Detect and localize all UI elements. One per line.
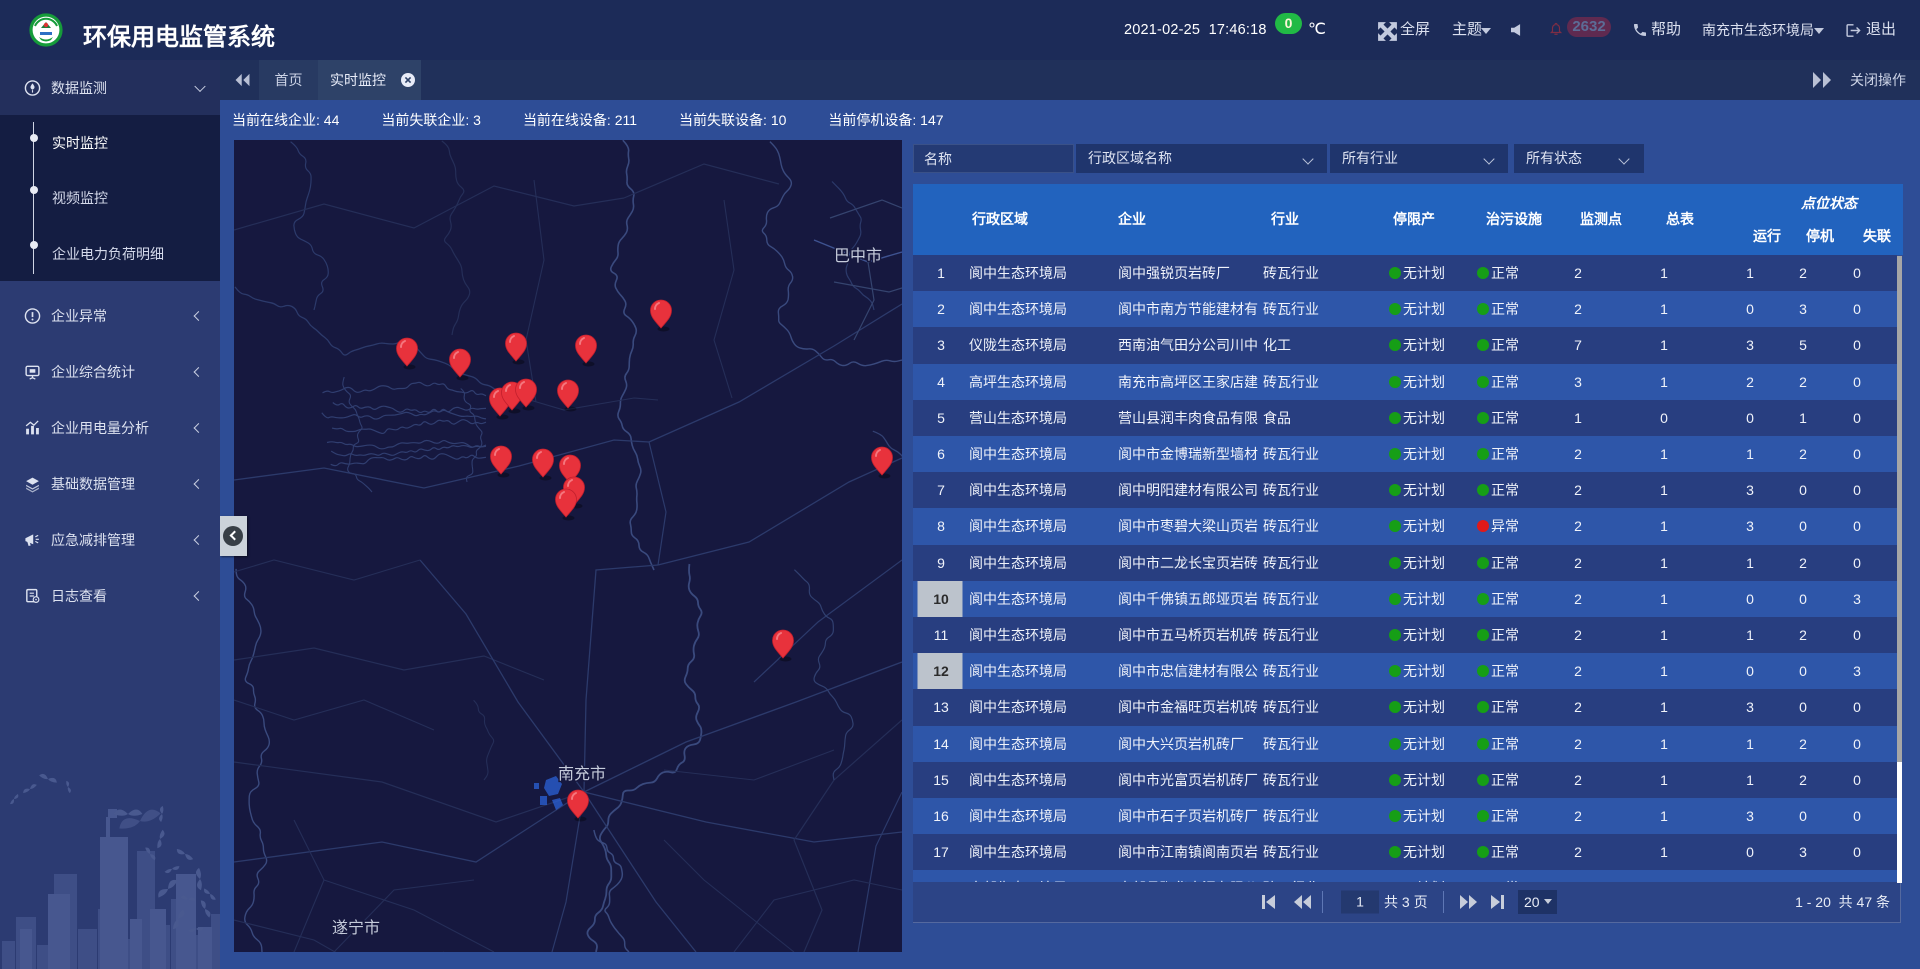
svg-text:遂宁市: 遂宁市 [332,919,380,937]
